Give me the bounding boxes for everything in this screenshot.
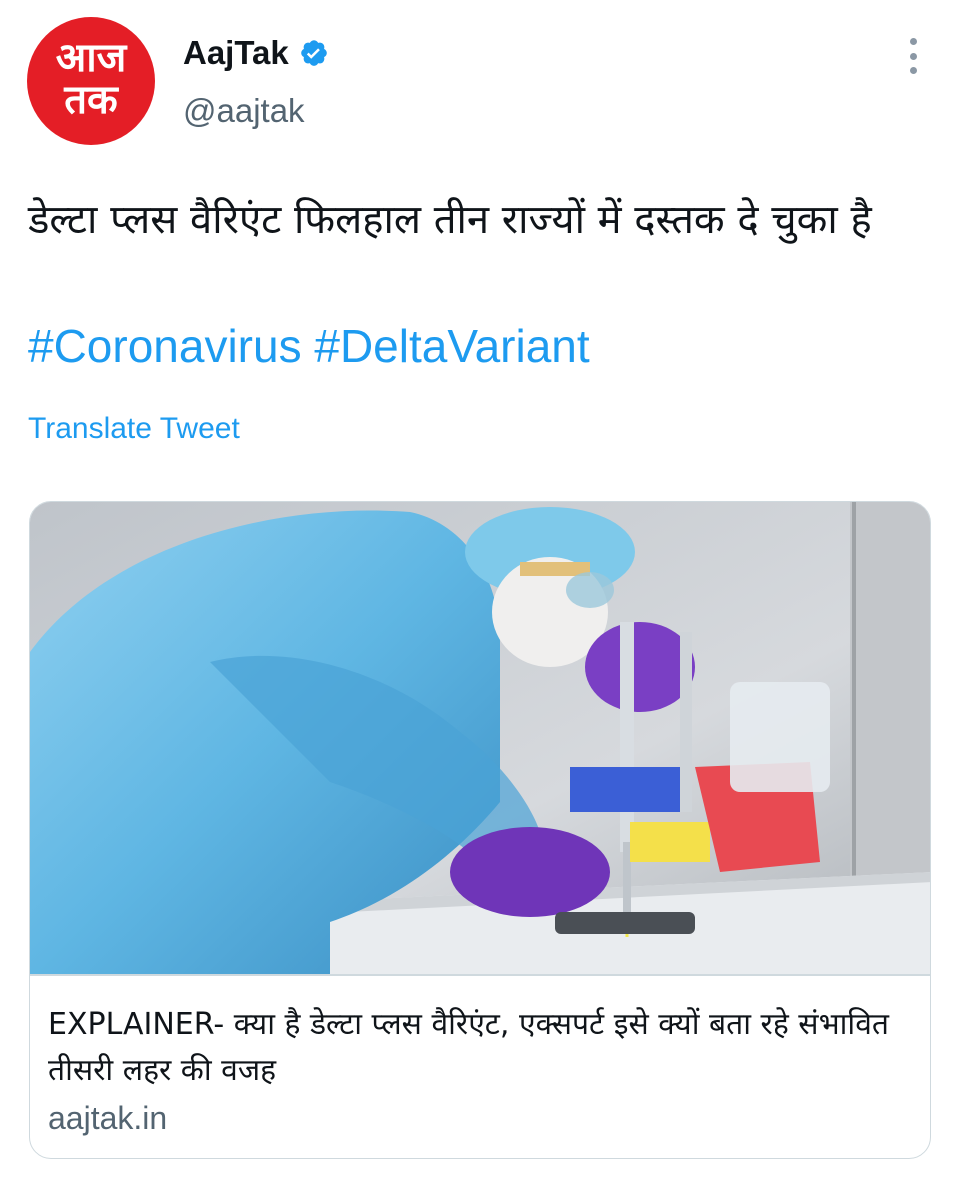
more-dot xyxy=(909,52,917,60)
hashtag-coronavirus[interactable]: #Coronavirus xyxy=(28,320,302,372)
link-preview-card[interactable]: EXPLAINER- क्या है डेल्टा प्लस वैरिएंट, … xyxy=(29,501,931,1159)
more-dot xyxy=(909,38,917,45)
author-handle[interactable]: @aajtak xyxy=(183,92,305,130)
verified-badge-icon xyxy=(299,38,329,68)
avatar[interactable]: आज तक xyxy=(27,17,155,145)
author-display-name[interactable]: AajTak xyxy=(183,34,289,72)
tweet-hashtags: #Coronavirus #DeltaVariant xyxy=(28,316,590,376)
avatar-text-top: आज xyxy=(55,35,127,81)
author-name-row: AajTak xyxy=(183,34,329,72)
card-divider xyxy=(30,974,930,976)
card-image[interactable] xyxy=(30,502,930,974)
tweet-header: आज तक AajTak @aajtak xyxy=(0,0,961,160)
avatar-text-bottom: तक xyxy=(64,77,118,123)
tweet-text: डेल्टा प्लस वैरिएंट फिलहाल तीन राज्यों म… xyxy=(28,197,872,243)
more-options-icon[interactable] xyxy=(898,38,928,74)
translate-tweet-link[interactable]: Translate Tweet xyxy=(28,412,240,446)
card-domain[interactable]: aajtak.in xyxy=(48,1100,167,1137)
more-dot xyxy=(909,67,917,74)
lab-photo-illustration xyxy=(30,502,930,974)
hashtag-deltavariant[interactable]: #DeltaVariant xyxy=(314,320,589,372)
card-title[interactable]: EXPLAINER- क्या है डेल्टा प्लस वैरिएंट, … xyxy=(48,1002,908,1094)
